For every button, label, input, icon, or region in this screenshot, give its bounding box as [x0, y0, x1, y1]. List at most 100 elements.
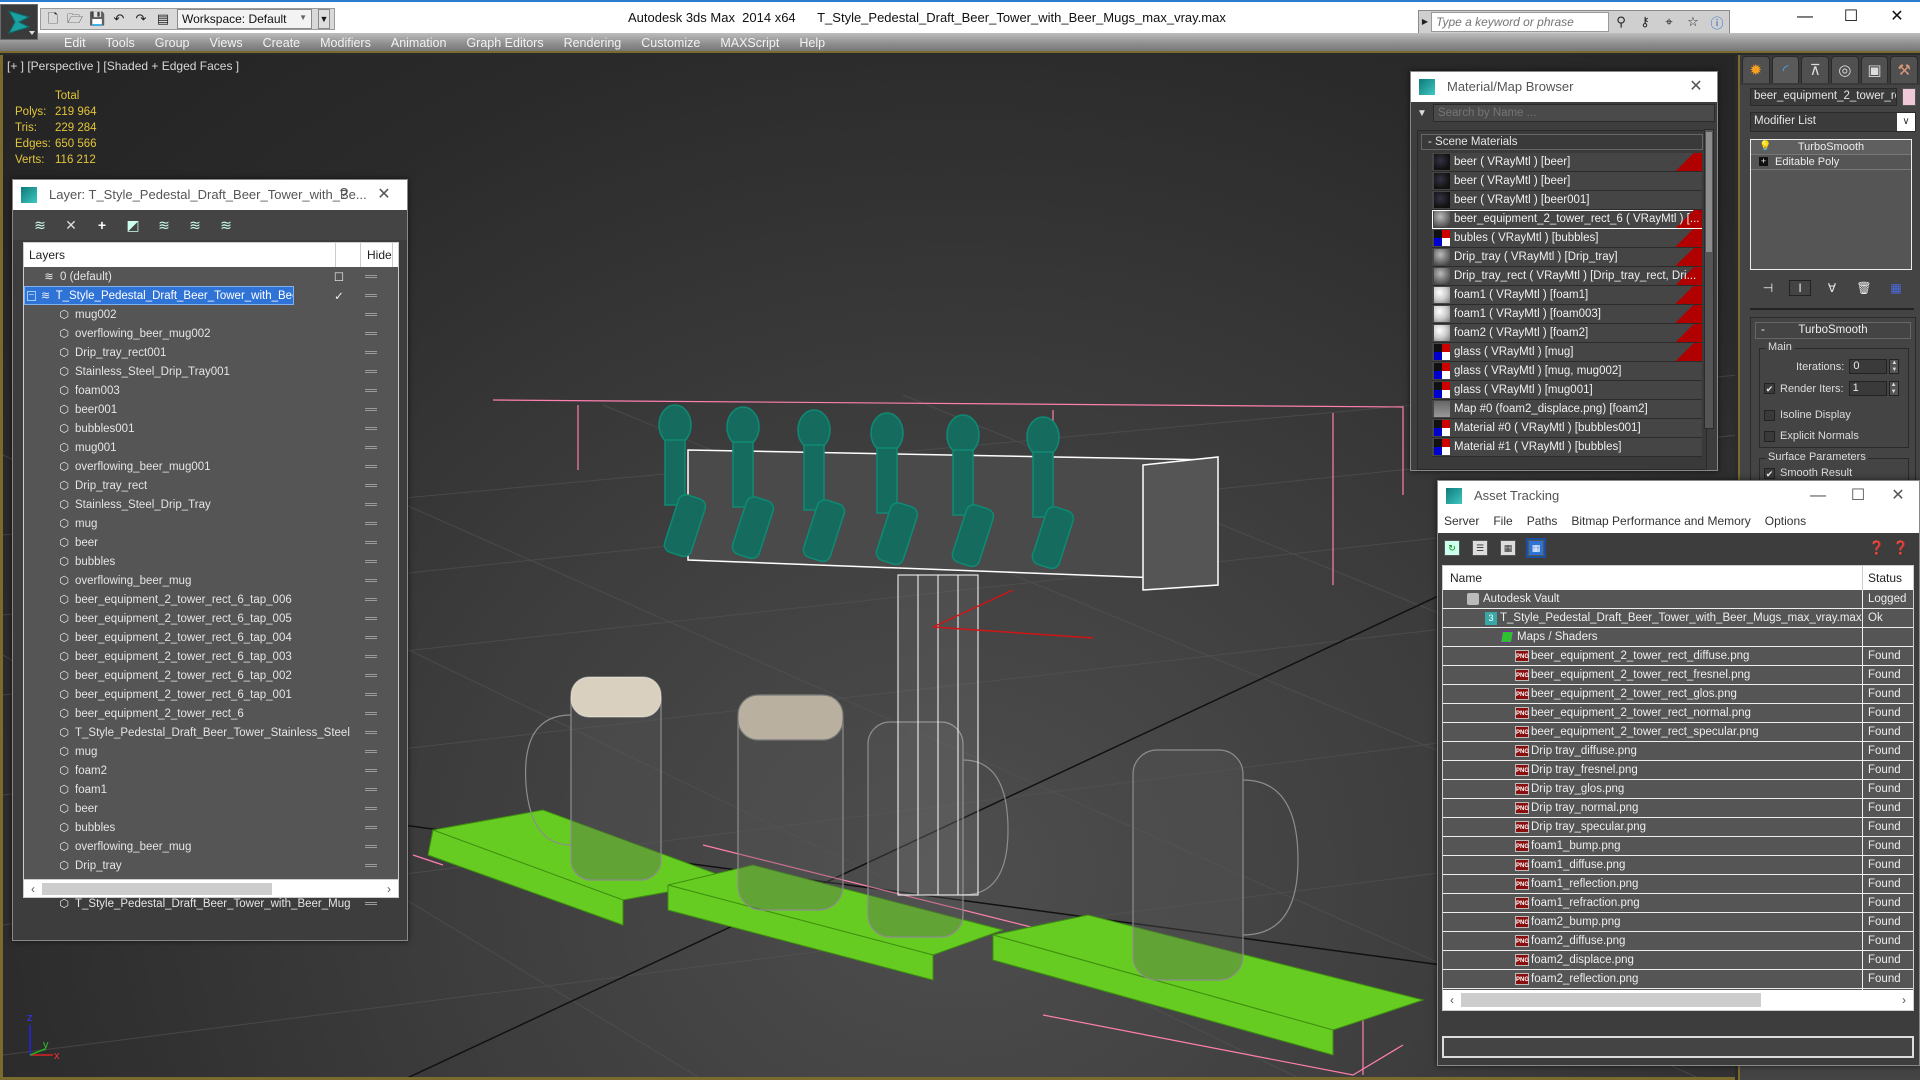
select-layer-icon[interactable]: ≋	[155, 216, 173, 234]
material-row[interactable]: beer ( VRayMtl ) [beer]	[1432, 153, 1702, 172]
object-row[interactable]: ⬡ beer001	[24, 400, 398, 419]
object-row[interactable]: ⬡ mug	[24, 514, 398, 533]
maximize-button[interactable]: ☐	[1843, 481, 1873, 511]
hide-toggle[interactable]	[365, 693, 377, 696]
tab-utilities[interactable]: ⚒	[1890, 56, 1919, 83]
stack-item-editable-poly[interactable]: + Editable Poly	[1751, 155, 1911, 170]
scroll-right-icon[interactable]: ›	[382, 880, 396, 898]
hide-toggle[interactable]	[365, 769, 377, 772]
scrollbar-thumb[interactable]	[1461, 993, 1761, 1007]
select-objects-icon[interactable]: ◩	[124, 216, 142, 234]
asset-row[interactable]: PNG beer_equipment_2_tower_rect_specular.…	[1443, 723, 1913, 742]
material-row[interactable]: Map #0 (foam2_displace.png) [foam2]	[1432, 400, 1702, 419]
object-row[interactable]: ⬡ beer	[24, 533, 398, 552]
asset-row[interactable]: PNG foam1_refraction.png Found	[1443, 894, 1913, 913]
explicit-normals-checkbox[interactable]	[1764, 430, 1775, 442]
asset-row[interactable]: Maps / Shaders	[1443, 628, 1913, 647]
asset-row[interactable]: PNG foam1_bump.png Found	[1443, 837, 1913, 856]
object-row[interactable]: ⬡ overflowing_beer_mug	[24, 837, 398, 856]
object-row[interactable]: ⬡ foam1	[24, 780, 398, 799]
layer-window-titlebar[interactable]: Layer: T_Style_Pedestal_Draft_Beer_Tower…	[13, 180, 407, 210]
object-row[interactable]: ⬡ beer_equipment_2_tower_rect_6_tap_002	[24, 666, 398, 685]
object-row[interactable]: ⬡ foam2	[24, 761, 398, 780]
object-row[interactable]: ⬡ beer_equipment_2_tower_rect_6	[24, 704, 398, 723]
menu-edit[interactable]: Edit	[54, 33, 96, 52]
scroll-left-icon[interactable]: ‹	[1445, 990, 1459, 1010]
object-row[interactable]: ⬡ beer_equipment_2_tower_rect_6_tap_001	[24, 685, 398, 704]
asset-row[interactable]: PNG foam2_diffuse.png Found	[1443, 932, 1913, 951]
material-row[interactable]: bubles ( VRayMtl ) [bubbles]	[1432, 229, 1702, 248]
hide-toggle[interactable]	[365, 826, 377, 829]
layer-row[interactable]: ≋ 0 (default) ☐	[24, 267, 398, 286]
asset-row[interactable]: PNG beer_equipment_2_tower_rect_fresnel.p…	[1443, 666, 1913, 685]
hide-toggle[interactable]	[365, 484, 377, 487]
hide-toggle[interactable]	[365, 636, 377, 639]
menu-modifiers[interactable]: Modifiers	[310, 33, 381, 52]
hide-toggle[interactable]	[365, 731, 377, 734]
help-icon[interactable]: ⓘ	[1705, 13, 1729, 32]
hide-toggle[interactable]	[365, 750, 377, 753]
tab-display[interactable]: ▣	[1860, 56, 1889, 83]
hide-toggle[interactable]	[365, 294, 377, 297]
rollout-header[interactable]: - TurboSmooth	[1755, 322, 1911, 339]
configure-modifier-sets-icon[interactable]: ▦	[1885, 281, 1907, 295]
viewport-label-menu[interactable]: [+ ] [Perspective ] [Shaded + Edged Face…	[7, 59, 239, 73]
material-row[interactable]: foam2 ( VRayMtl ) [foam2]	[1432, 324, 1702, 343]
hide-toggle[interactable]	[365, 541, 377, 544]
object-row[interactable]: ⬡ Drip_tray_rect001	[24, 343, 398, 362]
menu-file[interactable]: File	[1493, 511, 1512, 533]
workspace-dropdown[interactable]: Workspace: Default ▼	[177, 9, 312, 29]
hide-toggle[interactable]	[365, 332, 377, 335]
expand-arrow-icon[interactable]: ▶	[1419, 11, 1431, 33]
maximize-button[interactable]: ☐	[1828, 2, 1874, 34]
save-icon[interactable]: 💾	[89, 11, 105, 27]
tab-motion[interactable]: ◎	[1831, 56, 1859, 83]
modifier-list-dropdown[interactable]: Modifier List ∨	[1750, 112, 1916, 132]
hide-toggle[interactable]	[365, 313, 377, 316]
hide-toggle[interactable]	[365, 845, 377, 848]
menu-customize[interactable]: Customize	[631, 33, 710, 52]
hide-toggle[interactable]	[365, 655, 377, 658]
menu-bitmap-performance[interactable]: Bitmap Performance and Memory	[1571, 511, 1750, 533]
object-row[interactable]: ⬡ overflowing_beer_mug001	[24, 457, 398, 476]
asset-row[interactable]: PNG Drip tray_specular.png Found	[1443, 818, 1913, 837]
layer-name-cell[interactable]: − ≋ T_Style_Pedestal_Draft_Beer_Tower_with…	[24, 286, 294, 305]
close-button[interactable]: ✕	[369, 180, 399, 210]
scene-materials-group[interactable]: - Scene Materials	[1421, 134, 1703, 150]
hide-toggle[interactable]	[365, 712, 377, 715]
app-menu-button[interactable]	[0, 4, 38, 40]
menu-server[interactable]: Server	[1444, 511, 1479, 533]
tab-modify[interactable]: ◜	[1771, 56, 1800, 83]
asset-row[interactable]: PNG beer_equipment_2_tower_rect_normal.pn…	[1443, 704, 1913, 723]
material-row[interactable]: glass ( VRayMtl ) [mug]	[1432, 343, 1702, 362]
menu-animation[interactable]: Animation	[381, 33, 457, 52]
render-iters-checkbox[interactable]: ✔	[1764, 383, 1775, 394]
list-view-icon[interactable]: ☰	[1472, 540, 1488, 556]
menu-help[interactable]: Help	[789, 33, 835, 52]
scroll-left-icon[interactable]: ‹	[26, 880, 40, 898]
menu-graph-editors[interactable]: Graph Editors	[456, 33, 553, 52]
redo-icon[interactable]: ↷	[133, 11, 149, 27]
remove-modifier-icon[interactable]: 🗑	[1853, 281, 1875, 295]
object-row[interactable]: ⬡ overflowing_beer_mug002	[24, 324, 398, 343]
hide-toggle[interactable]	[365, 560, 377, 563]
vertical-scrollbar[interactable]	[1704, 129, 1714, 429]
asset-row[interactable]: PNG Drip tray_fresnel.png Found	[1443, 761, 1913, 780]
render-iters-input[interactable]: 1	[1848, 381, 1887, 396]
object-row[interactable]: ⬡ bubbles001	[24, 419, 398, 438]
object-row[interactable]: ⬡ Stainless_Steel_Drip_Tray001	[24, 362, 398, 381]
horizontal-scrollbar[interactable]: ‹ ›	[1443, 990, 1913, 1010]
hide-toggle[interactable]	[365, 465, 377, 468]
column-name[interactable]: Name	[1443, 566, 1863, 590]
help-globe-icon[interactable]: ❓	[1869, 540, 1885, 556]
asset-row[interactable]: PNG beer_equipment_2_tower_rect_diffuse.p…	[1443, 647, 1913, 666]
smooth-result-checkbox[interactable]: ✔	[1764, 467, 1775, 479]
pin-stack-icon[interactable]: ⊣	[1757, 281, 1779, 295]
material-browser-titlebar[interactable]: Material/Map Browser ✕	[1411, 72, 1717, 102]
undo-icon[interactable]: ↶	[111, 11, 127, 27]
menu-options[interactable]: Options	[1765, 511, 1806, 533]
stack-item-turbosmooth[interactable]: 💡 TurboSmooth	[1751, 140, 1911, 155]
help-icon[interactable]: ❓	[1893, 540, 1909, 556]
asset-row[interactable]: PNG foam2_reflection.png Found	[1443, 970, 1913, 989]
material-row[interactable]: foam1 ( VRayMtl ) [foam003]	[1432, 305, 1702, 324]
